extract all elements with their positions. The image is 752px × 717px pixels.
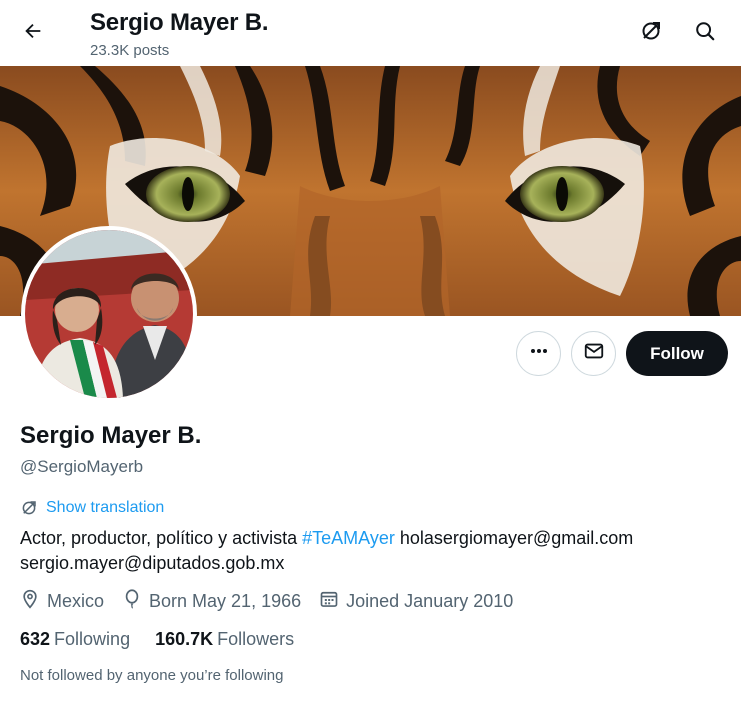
profile-bio: Actor, productor, político y activista #…: [20, 526, 720, 576]
birthday-item: Born May 21, 1966: [122, 589, 301, 614]
followers-label: Followers: [217, 629, 295, 649]
translate-icon: [639, 19, 663, 48]
location-item: Mexico: [20, 589, 104, 614]
bio-hashtag-link[interactable]: #TeAMAyer: [302, 528, 395, 548]
profile-name: Sergio Mayer B.: [20, 422, 202, 449]
follow-button[interactable]: Follow: [626, 331, 728, 376]
profile-avatar[interactable]: [21, 226, 197, 402]
calendar-icon: [319, 589, 346, 614]
profile-header: Sergio Mayer B. 23.3K posts: [0, 0, 752, 66]
show-translation-button[interactable]: Show translation: [20, 499, 164, 517]
follow-stats: 632 Following 160.7K Followers: [20, 629, 319, 650]
back-button[interactable]: [14, 14, 52, 52]
following-count: 632: [20, 629, 51, 649]
followers-link[interactable]: 160.7K Followers: [155, 629, 294, 650]
balloon-icon: [122, 589, 149, 614]
joined-text: Joined January 2010: [346, 591, 514, 611]
following-link[interactable]: 632 Following: [20, 629, 130, 650]
message-button[interactable]: [571, 331, 616, 376]
arrow-left-icon: [22, 20, 44, 47]
bio-email-1: holasergiomayer@gmail.com: [399, 528, 634, 548]
header-title: Sergio Mayer B.: [90, 9, 269, 36]
translate-button[interactable]: [632, 14, 670, 52]
search-icon: [694, 20, 716, 47]
not-followed-notice: Not followed by anyone you’re following: [20, 667, 284, 684]
show-translation-label: Show translation: [46, 499, 165, 516]
bio-email-2: sergio.mayer@diputados.gob.mx: [20, 553, 285, 573]
profile-handle: @SergioMayerb: [20, 457, 144, 476]
location-pin-icon: [20, 589, 47, 614]
followers-count: 160.7K: [155, 629, 214, 649]
avatar-photo: [25, 230, 193, 398]
search-button[interactable]: [686, 14, 724, 52]
more-dots-icon: [529, 341, 549, 366]
following-label: Following: [54, 629, 131, 649]
more-options-button[interactable]: [516, 331, 561, 376]
envelope-icon: [583, 340, 605, 367]
posts-count: 23.3K posts: [90, 42, 170, 59]
bio-text: Actor, productor, político y activista: [20, 528, 298, 548]
location-text: Mexico: [47, 591, 105, 611]
joined-item: Joined January 2010: [319, 589, 513, 614]
profile-meta: Mexico Born May 21, 1966 Joined January …: [20, 589, 531, 614]
translate-icon: [20, 499, 38, 517]
birthday-text: Born May 21, 1966: [149, 591, 302, 611]
